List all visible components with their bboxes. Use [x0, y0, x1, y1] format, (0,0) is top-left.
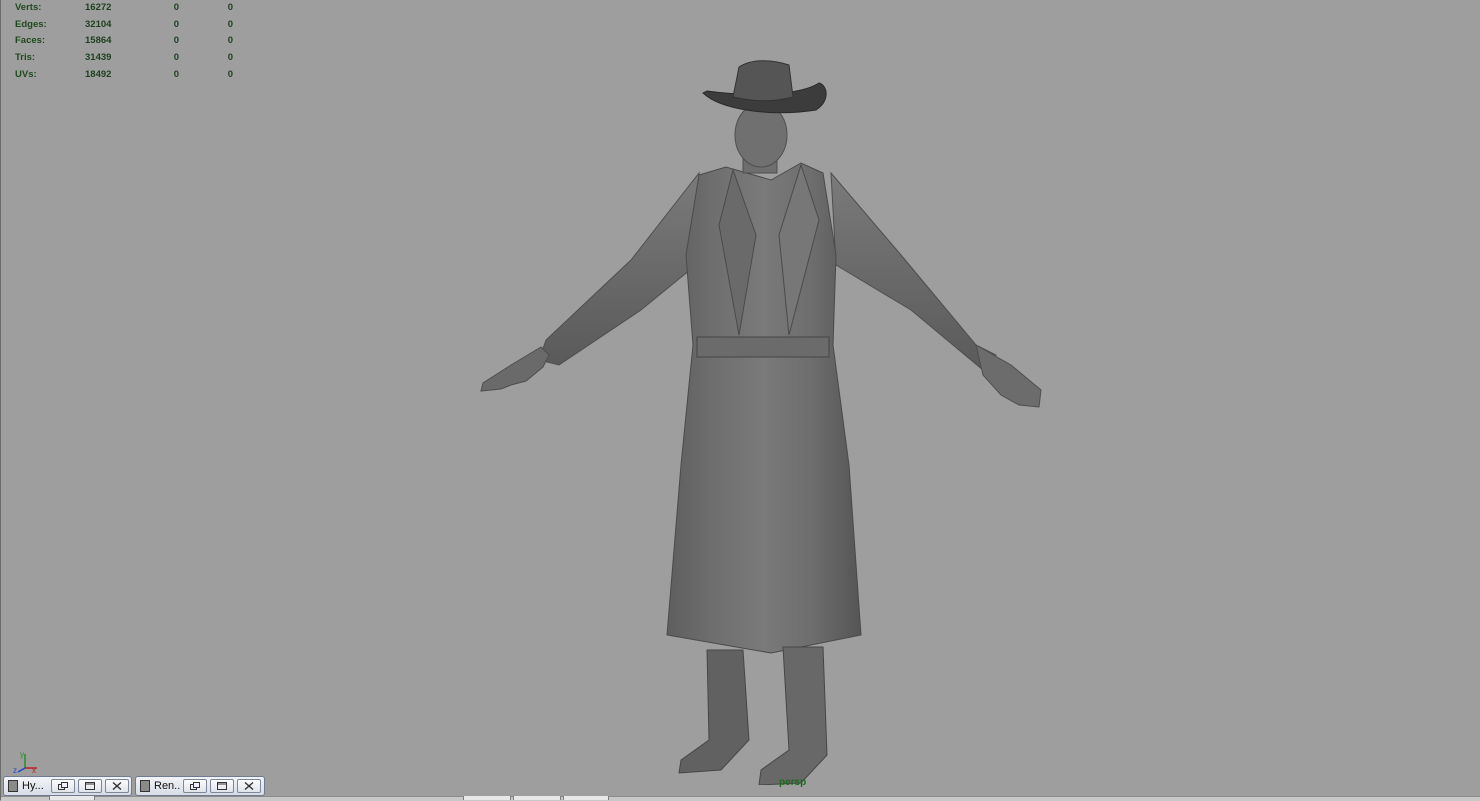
hud-row-tris: Tris: 31439 0 0 [15, 50, 245, 67]
left-hand [480, 346, 550, 392]
bottom-panel-tab[interactable] [49, 796, 95, 800]
restore-window-button[interactable] [51, 779, 75, 793]
character-model-mesh[interactable] [471, 55, 1061, 785]
axis-x-label: x [32, 766, 36, 775]
hud-value-total: 32104 [85, 18, 112, 30]
hat-crown [732, 60, 794, 102]
poly-count-hud: Verts: 16272 0 0 Edges: 32104 0 0 Faces:… [15, 0, 245, 83]
axis-z-label: z [13, 766, 17, 775]
hud-value-selected: 0 [173, 68, 179, 80]
bottom-panel-edge [1, 796, 1480, 801]
hud-label: Verts: [15, 2, 42, 13]
restore-icon [190, 782, 200, 790]
hud-label: Edges: [15, 18, 47, 30]
window-title: Ren... [154, 780, 180, 792]
hud-value-selected: 0 [173, 2, 179, 13]
minimized-window-render[interactable]: Ren... [135, 776, 265, 796]
trench-coat [666, 162, 862, 654]
restore-window-button[interactable] [183, 779, 207, 793]
app-window-icon [140, 780, 150, 792]
close-window-button[interactable] [105, 779, 129, 793]
hud-row-verts: Verts: 16272 0 0 [15, 0, 245, 17]
right-boot [758, 646, 828, 785]
hud-value-total: 16272 [85, 2, 112, 13]
hud-row-uvs: UVs: 18492 0 0 [15, 67, 245, 84]
window-title: Hy... [22, 780, 44, 792]
hud-value-selected-component: 0 [227, 35, 233, 47]
bottom-panel-tab[interactable] [463, 796, 511, 800]
hud-value-selected-component: 0 [227, 18, 233, 30]
minimized-window-hypershade[interactable]: Hy... [3, 776, 132, 796]
bottom-panel-tab[interactable] [513, 796, 561, 800]
hud-value-selected-component: 0 [227, 68, 233, 80]
maximize-icon [217, 782, 227, 790]
hud-row-faces: Faces: 15864 0 0 [15, 33, 245, 50]
axis-y-label: y [20, 750, 24, 759]
close-icon [244, 782, 254, 790]
maximize-window-button[interactable] [210, 779, 234, 793]
close-window-button[interactable] [237, 779, 261, 793]
hud-value-total: 31439 [85, 52, 112, 64]
bottom-panel-tab[interactable] [563, 796, 609, 800]
hud-label: UVs: [15, 68, 37, 80]
hud-value-selected: 0 [173, 52, 179, 64]
hud-value-selected: 0 [173, 35, 179, 47]
right-hand [975, 343, 1042, 408]
hud-value-selected-component: 0 [227, 2, 233, 13]
hud-value-selected: 0 [173, 18, 179, 30]
hud-value-total: 18492 [85, 68, 112, 80]
maximize-icon [85, 782, 95, 790]
right-arm [830, 171, 997, 371]
restore-icon [58, 782, 68, 790]
app-window-icon [8, 780, 18, 792]
maximize-window-button[interactable] [78, 779, 102, 793]
close-icon [112, 782, 122, 790]
hud-value-selected-component: 0 [227, 52, 233, 64]
viewport-persp[interactable]: Verts: 16272 0 0 Edges: 32104 0 0 Faces:… [0, 0, 1480, 801]
left-boot [678, 649, 750, 774]
hud-row-edges: Edges: 32104 0 0 [15, 17, 245, 34]
hud-label: Faces: [15, 35, 46, 47]
left-arm [538, 171, 700, 366]
hud-value-total: 15864 [85, 35, 112, 47]
coat-belt [696, 336, 830, 358]
axis-gizmo: y z x [13, 750, 37, 775]
hud-label: Tris: [15, 52, 36, 64]
